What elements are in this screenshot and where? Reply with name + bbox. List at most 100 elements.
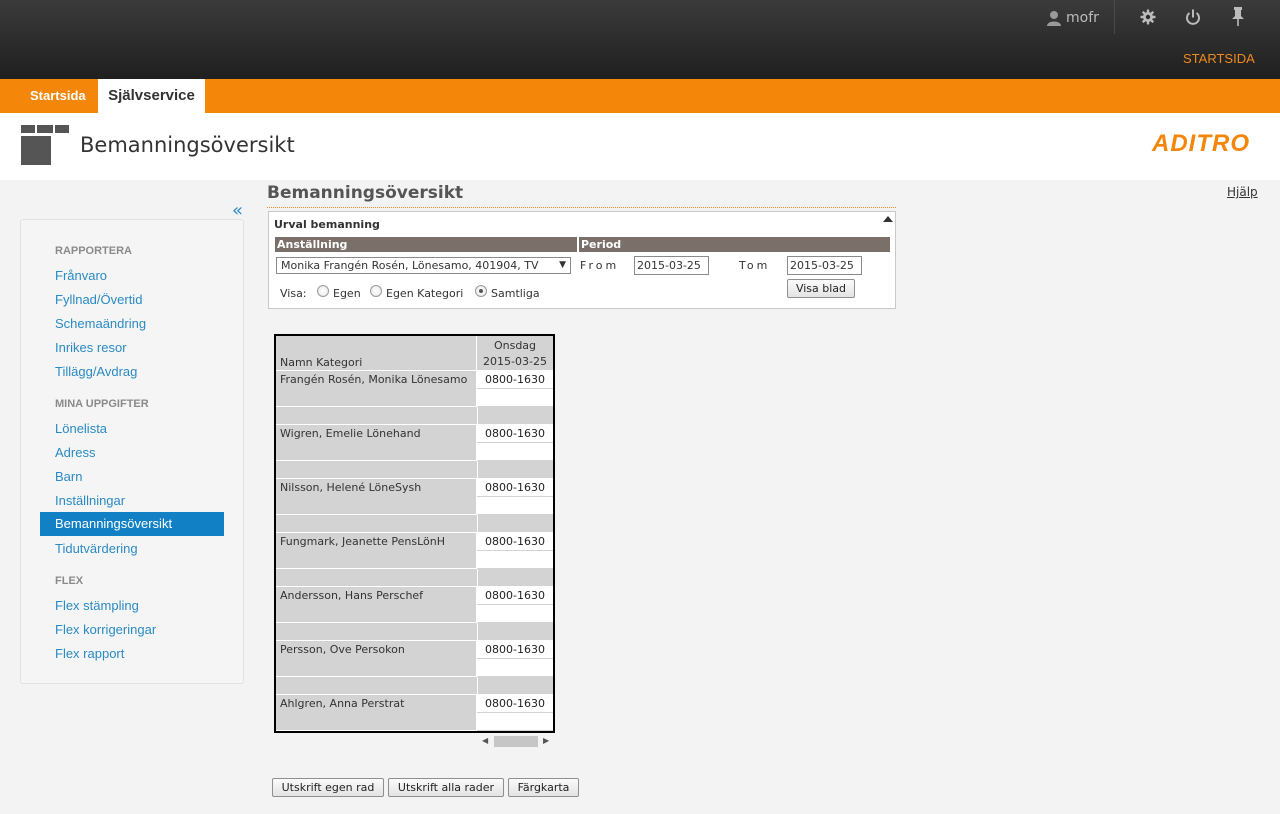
row-spacer	[276, 461, 553, 479]
user-menu[interactable]: mofr	[1046, 8, 1099, 28]
chevron-down-icon: ▼	[559, 260, 566, 270]
username: mofr	[1066, 10, 1099, 26]
page-header: Bemanningsöversikt ADITRO	[0, 113, 1280, 180]
table-cell: 0800-1630	[477, 425, 553, 461]
print-own-row-button[interactable]: Utskrift egen rad	[272, 778, 384, 797]
sidebar-item-installningar[interactable]: Inställningar	[55, 493, 125, 508]
sidebar-item-schemaandring[interactable]: Schemaändring	[55, 316, 146, 331]
shift-time[interactable]: 0800-1630	[477, 695, 553, 713]
tab-startsida[interactable]: Startsida	[30, 79, 86, 113]
table-row: Frangén Rosén, Monika Lönesamo	[276, 371, 477, 407]
urval-panel: Urval bemanning Anställning Period Monik…	[268, 211, 896, 309]
user-icon	[1047, 11, 1061, 26]
divider	[1114, 0, 1115, 34]
shift-time[interactable]: 0800-1630	[477, 587, 553, 605]
grid-header-day: Onsdag	[493, 339, 537, 352]
radio-samtliga-label: Samtliga	[491, 287, 540, 300]
row-name: Nilsson, Helené LöneSysh	[280, 481, 422, 494]
row-spacer	[276, 623, 553, 641]
sidebar-item-flex-korrigeringar[interactable]: Flex korrigeringar	[55, 622, 156, 637]
row-name: Persson, Ove Persokon	[280, 643, 405, 656]
sidebar-item-franvaro[interactable]: Frånvaro	[55, 268, 107, 283]
sidebar-section-mina-uppgifter: MINA UPPGIFTER	[55, 398, 149, 410]
print-all-rows-button[interactable]: Utskrift alla rader	[388, 778, 504, 797]
sidebar-item-barn[interactable]: Barn	[55, 469, 82, 484]
sidebar-item-inrikes-resor[interactable]: Inrikes resor	[55, 340, 127, 355]
table-row: Ahlgren, Anna Perstrat	[276, 695, 477, 731]
radio-egen-kategori[interactable]	[370, 285, 382, 297]
employee-select-value: Monika Frangén Rosén, Lönesamo, 401904, …	[281, 259, 539, 272]
urval-title: Urval bemanning	[274, 218, 380, 231]
table-cell: 0800-1630	[477, 479, 553, 515]
sidebar-item-tidutvardering[interactable]: Tidutvärdering	[55, 541, 138, 556]
sidebar-item-flex-rapport[interactable]: Flex rapport	[55, 646, 124, 661]
row-name: Wigren, Emelie Lönehand	[280, 427, 421, 440]
grid-header-name-label: Namn Kategori	[280, 356, 363, 369]
grid-header-date-value: 2015-03-25	[483, 355, 547, 368]
color-map-button[interactable]: Färgkarta	[508, 778, 579, 797]
row-name: Frangén Rosén, Monika Lönesamo	[280, 373, 468, 386]
table-row: Fungmark, Jeanette PensLönH	[276, 533, 477, 569]
sidebar-item-tillagg-avdrag[interactable]: Tillägg/Avdrag	[55, 364, 137, 379]
shift-time[interactable]: 0800-1630	[477, 641, 553, 659]
sidebar: RAPPORTERA Frånvaro Fyllnad/Övertid Sche…	[20, 219, 244, 684]
from-label: From	[580, 259, 620, 272]
collapse-sidebar-button[interactable]: «	[232, 202, 243, 220]
collapse-panel-icon[interactable]	[883, 216, 893, 222]
module-logo-icon	[21, 125, 69, 165]
tom-date-input[interactable]: 2015-03-25	[787, 256, 862, 275]
row-name: Andersson, Hans Perschef	[280, 589, 424, 602]
column-header-anstallning: Anställning	[275, 237, 577, 252]
column-header-period: Period	[579, 237, 890, 252]
sidebar-item-fyllnad-overtid[interactable]: Fyllnad/Övertid	[55, 292, 142, 307]
sidebar-item-adress[interactable]: Adress	[55, 445, 95, 460]
pin-icon[interactable]	[1228, 7, 1248, 27]
row-name: Ahlgren, Anna Perstrat	[280, 697, 405, 710]
sidebar-item-bemanningsoversikt[interactable]: Bemanningsöversikt	[40, 512, 224, 536]
table-cell: 0800-1630	[477, 371, 553, 407]
sidebar-section-rapportera: RAPPORTERA	[55, 245, 133, 257]
row-spacer	[276, 677, 553, 695]
table-cell: 0800-1630	[477, 587, 553, 623]
row-spacer	[276, 407, 553, 425]
gear-icon[interactable]	[1138, 7, 1158, 27]
shift-time[interactable]: 0800-1630	[477, 533, 553, 551]
grid-header-name: Namn Kategori	[276, 336, 477, 371]
table-row: Andersson, Hans Perschef	[276, 587, 477, 623]
sidebar-item-flex-stampling[interactable]: Flex stämpling	[55, 598, 139, 613]
power-icon[interactable]	[1183, 7, 1203, 27]
top-bar: mofr STARTSIDA	[0, 0, 1280, 79]
radio-egen-kategori-label: Egen Kategori	[386, 287, 464, 300]
radio-egen[interactable]	[317, 285, 329, 297]
staffing-grid: Namn Kategori Onsdag 2015-03-25 Frangén …	[274, 334, 555, 733]
visa-blad-button[interactable]: Visa blad	[787, 279, 855, 298]
table-row: Wigren, Emelie Lönehand	[276, 425, 477, 461]
horizontal-scrollbar[interactable]: ◀ ▶	[480, 734, 552, 749]
radio-samtliga[interactable]	[475, 285, 487, 297]
help-link[interactable]: Hjälp	[1227, 185, 1258, 199]
table-row: Nilsson, Helené LöneSysh	[276, 479, 477, 515]
scroll-left-icon[interactable]: ◀	[482, 736, 488, 745]
visa-label: Visa:	[280, 287, 307, 300]
startsida-link[interactable]: STARTSIDA	[1183, 51, 1255, 66]
employee-select[interactable]: Monika Frangén Rosén, Lönesamo, 401904, …	[276, 257, 571, 274]
table-cell: 0800-1630	[477, 533, 553, 569]
grid-header-date: Onsdag 2015-03-25	[477, 336, 553, 371]
divider	[267, 207, 896, 208]
row-spacer	[276, 515, 553, 533]
from-date-input[interactable]: 2015-03-25	[634, 256, 709, 275]
sidebar-item-lonelista[interactable]: Lönelista	[55, 421, 107, 436]
tab-sjalvservice[interactable]: Självservice	[98, 79, 205, 113]
content-title: Bemanningsöversikt	[267, 183, 464, 203]
scrollbar-thumb[interactable]	[494, 736, 538, 747]
sidebar-section-flex: FLEX	[55, 575, 84, 587]
scroll-right-icon[interactable]: ▶	[543, 736, 549, 745]
radio-egen-label: Egen	[333, 287, 361, 300]
row-name: Fungmark, Jeanette PensLönH	[280, 535, 445, 548]
shift-time[interactable]: 0800-1630	[477, 425, 553, 443]
brand-logo: ADITRO	[1152, 130, 1250, 157]
shift-time[interactable]: 0800-1630	[477, 371, 553, 389]
shift-time[interactable]: 0800-1630	[477, 479, 553, 497]
main-nav: Startsida Självservice	[0, 79, 1280, 113]
row-spacer	[276, 569, 553, 587]
